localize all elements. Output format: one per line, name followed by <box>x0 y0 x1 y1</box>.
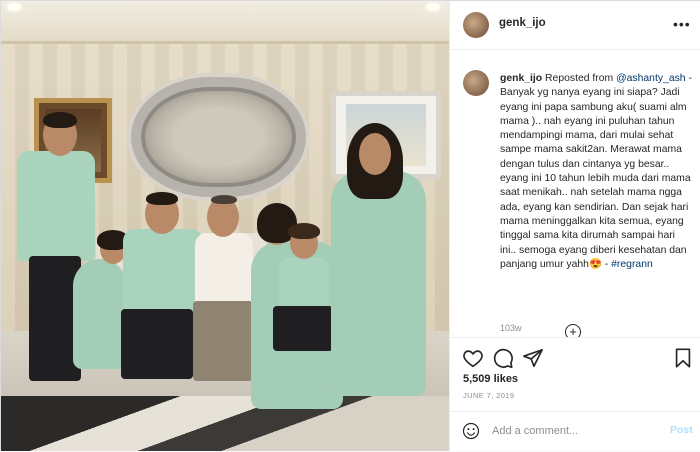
person-boy-hair <box>43 112 77 128</box>
comment-bubble-icon[interactable] <box>492 347 514 369</box>
more-horizontal-icon[interactable]: ••• <box>673 17 693 31</box>
post-header: genk_ijo ••• <box>450 1 700 50</box>
caption-separator: - <box>601 258 612 270</box>
person-eyang-pants <box>193 301 253 381</box>
person-woman-right-dress <box>331 171 426 396</box>
post-actions: 5,509 likes JUNE 7, 2019 <box>450 337 700 418</box>
post-sidebar: genk_ijo ••• genk_ijo Reposted from @ash… <box>449 1 700 451</box>
comment-input[interactable] <box>492 423 652 439</box>
ornate-mirror <box>131 77 306 197</box>
caption-username[interactable]: genk_ijo <box>500 73 542 84</box>
instagram-post: genk_ijo ••• genk_ijo Reposted from @ash… <box>0 0 700 451</box>
paper-plane-icon[interactable] <box>522 347 544 369</box>
ceiling <box>1 1 449 44</box>
person-woman-right-face <box>359 133 391 175</box>
person-man-pants <box>121 309 193 379</box>
person-boy-shirt <box>17 151 95 261</box>
mention-link[interactable]: @ashanty_ash <box>616 73 685 84</box>
comment-bar: Post <box>450 411 700 452</box>
comment-age: 103w <box>500 323 522 333</box>
post-date: JUNE 7, 2019 <box>463 391 515 400</box>
person-toddler-pants <box>273 306 333 351</box>
post-comment-button[interactable]: Post <box>670 424 693 436</box>
avatar[interactable] <box>463 12 489 38</box>
post-caption: genk_ijo Reposted from @ashanty_ash - Ba… <box>500 72 694 272</box>
reposted-label: Reposted from <box>545 73 614 84</box>
likes-count[interactable]: 5,509 likes <box>463 373 518 385</box>
person-man-hair <box>146 192 178 205</box>
ceiling-lamp <box>426 3 440 11</box>
hashtag-link[interactable]: #regrann <box>611 259 653 270</box>
caption-text: - Banyak yg nanya eyang ini siapa? Jadi … <box>500 73 692 270</box>
caption-avatar[interactable] <box>463 70 489 96</box>
heart-icon[interactable] <box>462 347 484 369</box>
person-girl-dress <box>73 259 127 369</box>
person-toddler-hair <box>288 223 320 239</box>
header-username[interactable]: genk_ijo <box>499 17 546 29</box>
ceiling-lamp <box>7 3 21 11</box>
person-man-shirt <box>123 229 203 319</box>
bookmark-icon[interactable] <box>672 347 694 369</box>
person-eyang-hair <box>211 195 237 204</box>
smiley-icon[interactable] <box>462 422 480 440</box>
rug <box>1 396 449 451</box>
post-photo[interactable] <box>1 1 449 451</box>
emoji: 😍 <box>588 258 602 270</box>
